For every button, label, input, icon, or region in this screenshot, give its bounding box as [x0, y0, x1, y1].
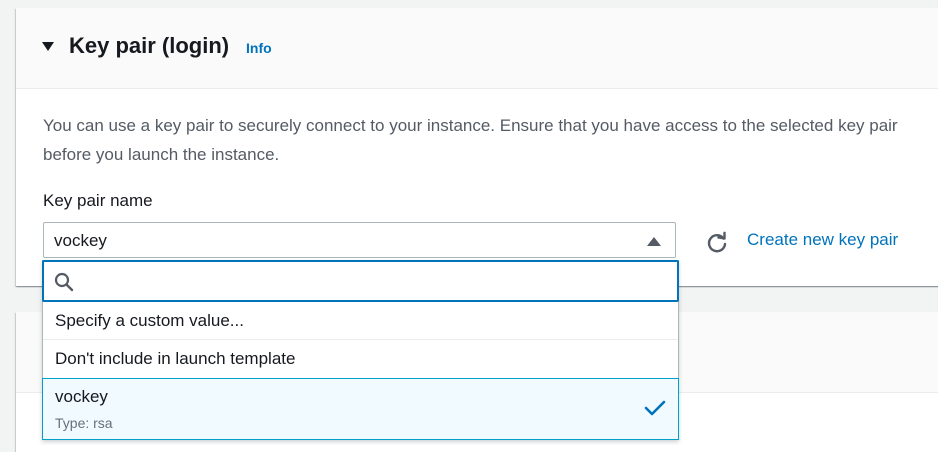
dropdown-search-input[interactable]: [42, 260, 679, 302]
panel-header[interactable]: Key pair (login) Info: [16, 8, 938, 89]
info-link[interactable]: Info: [246, 40, 272, 56]
refresh-icon[interactable]: [706, 231, 728, 253]
key-pair-select[interactable]: vockey: [43, 222, 676, 258]
select-value: vockey: [54, 231, 107, 250]
caret-down-icon[interactable]: [42, 42, 54, 51]
option-label: vockey: [55, 387, 108, 406]
key-pair-dropdown: Specify a custom value... Don't include …: [42, 260, 679, 440]
caret-up-icon: [647, 237, 661, 246]
option-dont-include[interactable]: Don't include in launch template: [43, 340, 678, 378]
panel-title: Key pair (login): [69, 33, 230, 58]
section-description: You can use a key pair to securely conne…: [43, 116, 898, 164]
option-custom-value[interactable]: Specify a custom value...: [43, 302, 678, 340]
key-pair-panel: Key pair (login) Info You can use a key …: [16, 8, 938, 286]
search-icon: [54, 272, 74, 292]
create-key-pair-link[interactable]: Create new key pair: [747, 230, 898, 250]
check-icon: [644, 400, 666, 416]
option-vockey[interactable]: vockey Type: rsa: [42, 378, 679, 440]
option-sublabel: Type: rsa: [55, 415, 113, 431]
key-pair-name-label: Key pair name: [43, 191, 153, 210]
